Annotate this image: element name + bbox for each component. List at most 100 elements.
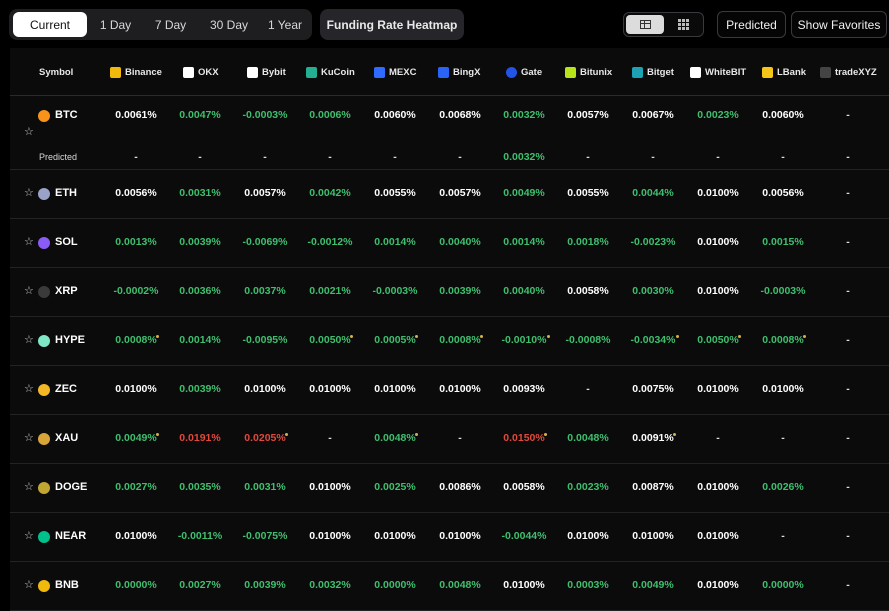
rate-cell[interactable]: 0.0100% xyxy=(697,530,738,542)
exchange-header-bitget[interactable]: Bitget xyxy=(632,48,674,96)
rate-cell[interactable]: 0.0015% xyxy=(762,236,803,248)
rate-cell[interactable]: 0.0100% xyxy=(374,530,415,542)
rate-cell[interactable]: 0.0087% xyxy=(632,481,673,493)
rate-cell[interactable]: - xyxy=(458,432,462,444)
rate-cell[interactable]: 0.0100% xyxy=(632,530,673,542)
rate-cell[interactable]: - xyxy=(781,530,785,542)
rate-cell[interactable]: 0.0100% xyxy=(762,383,803,395)
rate-cell[interactable]: 0.0100% xyxy=(697,187,738,199)
rate-cell[interactable]: 0.0057% xyxy=(244,187,285,199)
rate-cell[interactable]: -0.0075% xyxy=(243,530,288,542)
rate-cell[interactable]: 0.0013% xyxy=(115,236,156,248)
timeframe-1-year[interactable]: 1 Year xyxy=(260,12,310,37)
rate-cell[interactable]: 0.0093% xyxy=(503,383,544,395)
symbol-label[interactable]: SOL xyxy=(55,236,78,248)
predicted-rate-cell[interactable]: - xyxy=(458,151,462,163)
rate-cell[interactable]: -0.0023% xyxy=(631,236,676,248)
rate-cell[interactable]: 0.0055% xyxy=(374,187,415,199)
exchange-header-okx[interactable]: OKX xyxy=(183,48,219,96)
symbol-column-header[interactable]: Symbol xyxy=(39,48,73,96)
rate-cell[interactable]: 0.0000% xyxy=(762,579,803,591)
rate-cell[interactable]: 0.0031% xyxy=(244,481,285,493)
rate-cell[interactable]: 0.0100% xyxy=(697,285,738,297)
rate-cell[interactable]: 0.0008% xyxy=(115,334,156,346)
rate-cell[interactable]: 0.0050% xyxy=(697,334,738,346)
rate-cell[interactable]: - xyxy=(846,109,850,121)
rate-cell[interactable]: 0.0014% xyxy=(503,236,544,248)
rate-cell[interactable]: -0.0034% xyxy=(631,334,676,346)
rate-cell[interactable]: 0.0067% xyxy=(632,109,673,121)
favorite-star-icon[interactable]: ☆ xyxy=(24,382,34,395)
rate-cell[interactable]: 0.0000% xyxy=(374,579,415,591)
exchange-header-bitunix[interactable]: Bitunix xyxy=(565,48,612,96)
favorite-star-icon[interactable]: ☆ xyxy=(24,235,34,248)
rate-cell[interactable]: 0.0036% xyxy=(179,285,220,297)
rate-cell[interactable]: 0.0060% xyxy=(762,109,803,121)
rate-cell[interactable]: - xyxy=(846,236,850,248)
rate-cell[interactable]: 0.0048% xyxy=(567,432,608,444)
rate-cell[interactable]: 0.0091% xyxy=(632,432,673,444)
rate-cell[interactable]: 0.0068% xyxy=(439,109,480,121)
symbol-label[interactable]: ETH xyxy=(55,187,77,199)
rate-cell[interactable]: -0.0012% xyxy=(308,236,353,248)
exchange-header-kucoin[interactable]: KuCoin xyxy=(306,48,355,96)
rate-cell[interactable]: 0.0005% xyxy=(374,334,415,346)
rate-cell[interactable]: 0.0058% xyxy=(567,285,608,297)
exchange-header-tradexyz[interactable]: tradeXYZ xyxy=(820,48,877,96)
timeframe-30-day[interactable]: 30 Day xyxy=(198,12,260,37)
rate-cell[interactable]: 0.0100% xyxy=(115,530,156,542)
rate-cell[interactable]: - xyxy=(781,432,785,444)
rate-cell[interactable]: 0.0039% xyxy=(244,579,285,591)
rate-cell[interactable]: 0.0100% xyxy=(309,383,350,395)
rate-cell[interactable]: 0.0023% xyxy=(567,481,608,493)
rate-cell[interactable]: -0.0008% xyxy=(566,334,611,346)
favorite-star-icon[interactable]: ☆ xyxy=(24,125,34,138)
rate-cell[interactable]: - xyxy=(716,432,720,444)
rate-cell[interactable]: - xyxy=(846,579,850,591)
rate-cell[interactable]: 0.0049% xyxy=(115,432,156,444)
rate-cell[interactable]: 0.0205% xyxy=(244,432,285,444)
rate-cell[interactable]: - xyxy=(846,334,850,346)
rate-cell[interactable]: 0.0040% xyxy=(503,285,544,297)
rate-cell[interactable]: -0.0095% xyxy=(243,334,288,346)
favorite-star-icon[interactable]: ☆ xyxy=(24,431,34,444)
rate-cell[interactable]: 0.0150% xyxy=(503,432,544,444)
favorite-star-icon[interactable]: ☆ xyxy=(24,284,34,297)
rate-cell[interactable]: - xyxy=(846,285,850,297)
exchange-header-gate[interactable]: Gate xyxy=(506,48,542,96)
table-view-button[interactable] xyxy=(626,15,664,34)
predicted-rate-cell[interactable]: - xyxy=(586,151,590,163)
rate-cell[interactable]: 0.0057% xyxy=(567,109,608,121)
exchange-header-whitebit[interactable]: WhiteBIT xyxy=(690,48,746,96)
rate-cell[interactable]: 0.0075% xyxy=(632,383,673,395)
symbol-label[interactable]: ZEC xyxy=(55,383,77,395)
rate-cell[interactable]: 0.0000% xyxy=(115,579,156,591)
rate-cell[interactable]: 0.0048% xyxy=(374,432,415,444)
rate-cell[interactable]: -0.0044% xyxy=(502,530,547,542)
rate-cell[interactable]: 0.0049% xyxy=(632,579,673,591)
rate-cell[interactable]: 0.0030% xyxy=(632,285,673,297)
rate-cell[interactable]: 0.0100% xyxy=(503,579,544,591)
rate-cell[interactable]: - xyxy=(846,432,850,444)
rate-cell[interactable]: 0.0027% xyxy=(179,579,220,591)
rate-cell[interactable]: -0.0069% xyxy=(243,236,288,248)
rate-cell[interactable]: - xyxy=(586,383,590,395)
rate-cell[interactable]: 0.0042% xyxy=(309,187,350,199)
rate-cell[interactable]: 0.0040% xyxy=(439,236,480,248)
rate-cell[interactable]: 0.0100% xyxy=(374,383,415,395)
rate-cell[interactable]: - xyxy=(328,432,332,444)
rate-cell[interactable]: - xyxy=(846,187,850,199)
rate-cell[interactable]: 0.0060% xyxy=(374,109,415,121)
rate-cell[interactable]: 0.0039% xyxy=(179,236,220,248)
favorite-star-icon[interactable]: ☆ xyxy=(24,186,34,199)
exchange-header-lbank[interactable]: LBank xyxy=(762,48,806,96)
rate-cell[interactable]: 0.0100% xyxy=(115,383,156,395)
rate-cell[interactable]: -0.0011% xyxy=(178,530,222,542)
predicted-rate-cell[interactable]: - xyxy=(716,151,720,163)
exchange-header-binance[interactable]: Binance xyxy=(110,48,162,96)
rate-cell[interactable]: 0.0056% xyxy=(115,187,156,199)
rate-cell[interactable]: 0.0061% xyxy=(115,109,156,121)
rate-cell[interactable]: 0.0018% xyxy=(567,236,608,248)
rate-cell[interactable]: 0.0039% xyxy=(179,383,220,395)
symbol-label[interactable]: DOGE xyxy=(55,481,87,493)
